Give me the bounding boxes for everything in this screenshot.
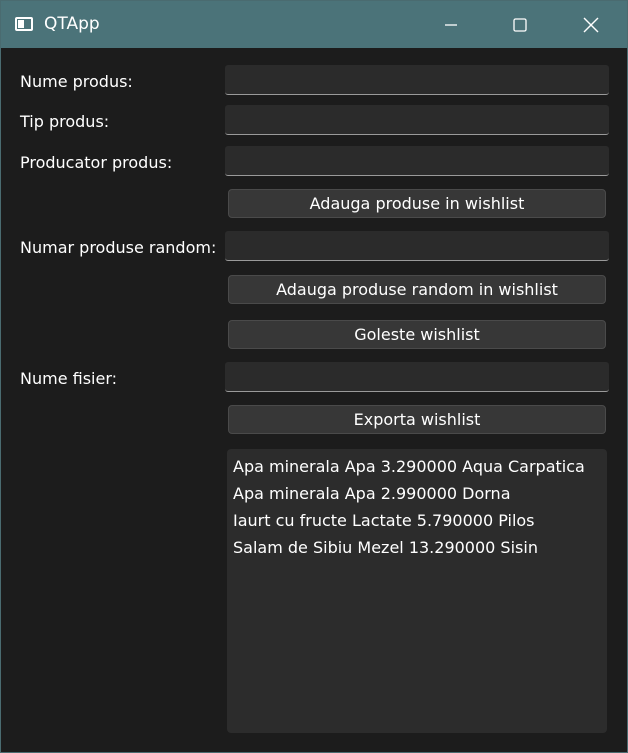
app-window: QTApp Nume produs: Tip produs: Producato… xyxy=(0,0,628,753)
nume-produs-input[interactable] xyxy=(225,65,609,95)
nume-fisier-label: Nume fisier: xyxy=(20,369,118,388)
list-item[interactable]: Salam de Sibiu Mezel 13.290000 Sisin xyxy=(233,534,601,561)
maximize-icon xyxy=(513,17,527,32)
list-item[interactable]: Iaurt cu fructe Lactate 5.790000 Pilos xyxy=(233,507,601,534)
wishlist-list[interactable]: Apa minerala Apa 3.290000 Aqua Carpatica… xyxy=(227,449,607,733)
maximize-button[interactable] xyxy=(485,1,555,48)
add-random-to-wishlist-button[interactable]: Adauga produse random in wishlist xyxy=(228,275,606,304)
close-button[interactable] xyxy=(556,1,626,48)
minimize-button[interactable] xyxy=(416,1,486,48)
app-window-icon xyxy=(15,17,33,31)
minimize-icon xyxy=(445,23,457,26)
list-item[interactable]: Apa minerala Apa 3.290000 Aqua Carpatica xyxy=(233,453,601,480)
producator-produs-label: Producator produs: xyxy=(20,153,173,172)
nume-fisier-input[interactable] xyxy=(225,362,609,392)
close-icon xyxy=(583,17,599,32)
producator-produs-input[interactable] xyxy=(225,146,609,176)
nume-produs-label: Nume produs: xyxy=(20,72,133,91)
add-to-wishlist-button[interactable]: Adauga produse in wishlist xyxy=(228,189,606,218)
tip-produs-label: Tip produs: xyxy=(20,112,110,131)
numar-produse-random-input[interactable] xyxy=(225,231,609,261)
window-title: QTApp xyxy=(44,14,100,34)
title-bar[interactable]: QTApp xyxy=(1,1,627,48)
tip-produs-input[interactable] xyxy=(225,105,609,135)
list-item[interactable]: Apa minerala Apa 2.990000 Dorna xyxy=(233,480,601,507)
clear-wishlist-button[interactable]: Goleste wishlist xyxy=(228,320,606,349)
numar-produse-random-label: Numar produse random: xyxy=(20,238,217,257)
export-wishlist-button[interactable]: Exporta wishlist xyxy=(228,405,606,434)
